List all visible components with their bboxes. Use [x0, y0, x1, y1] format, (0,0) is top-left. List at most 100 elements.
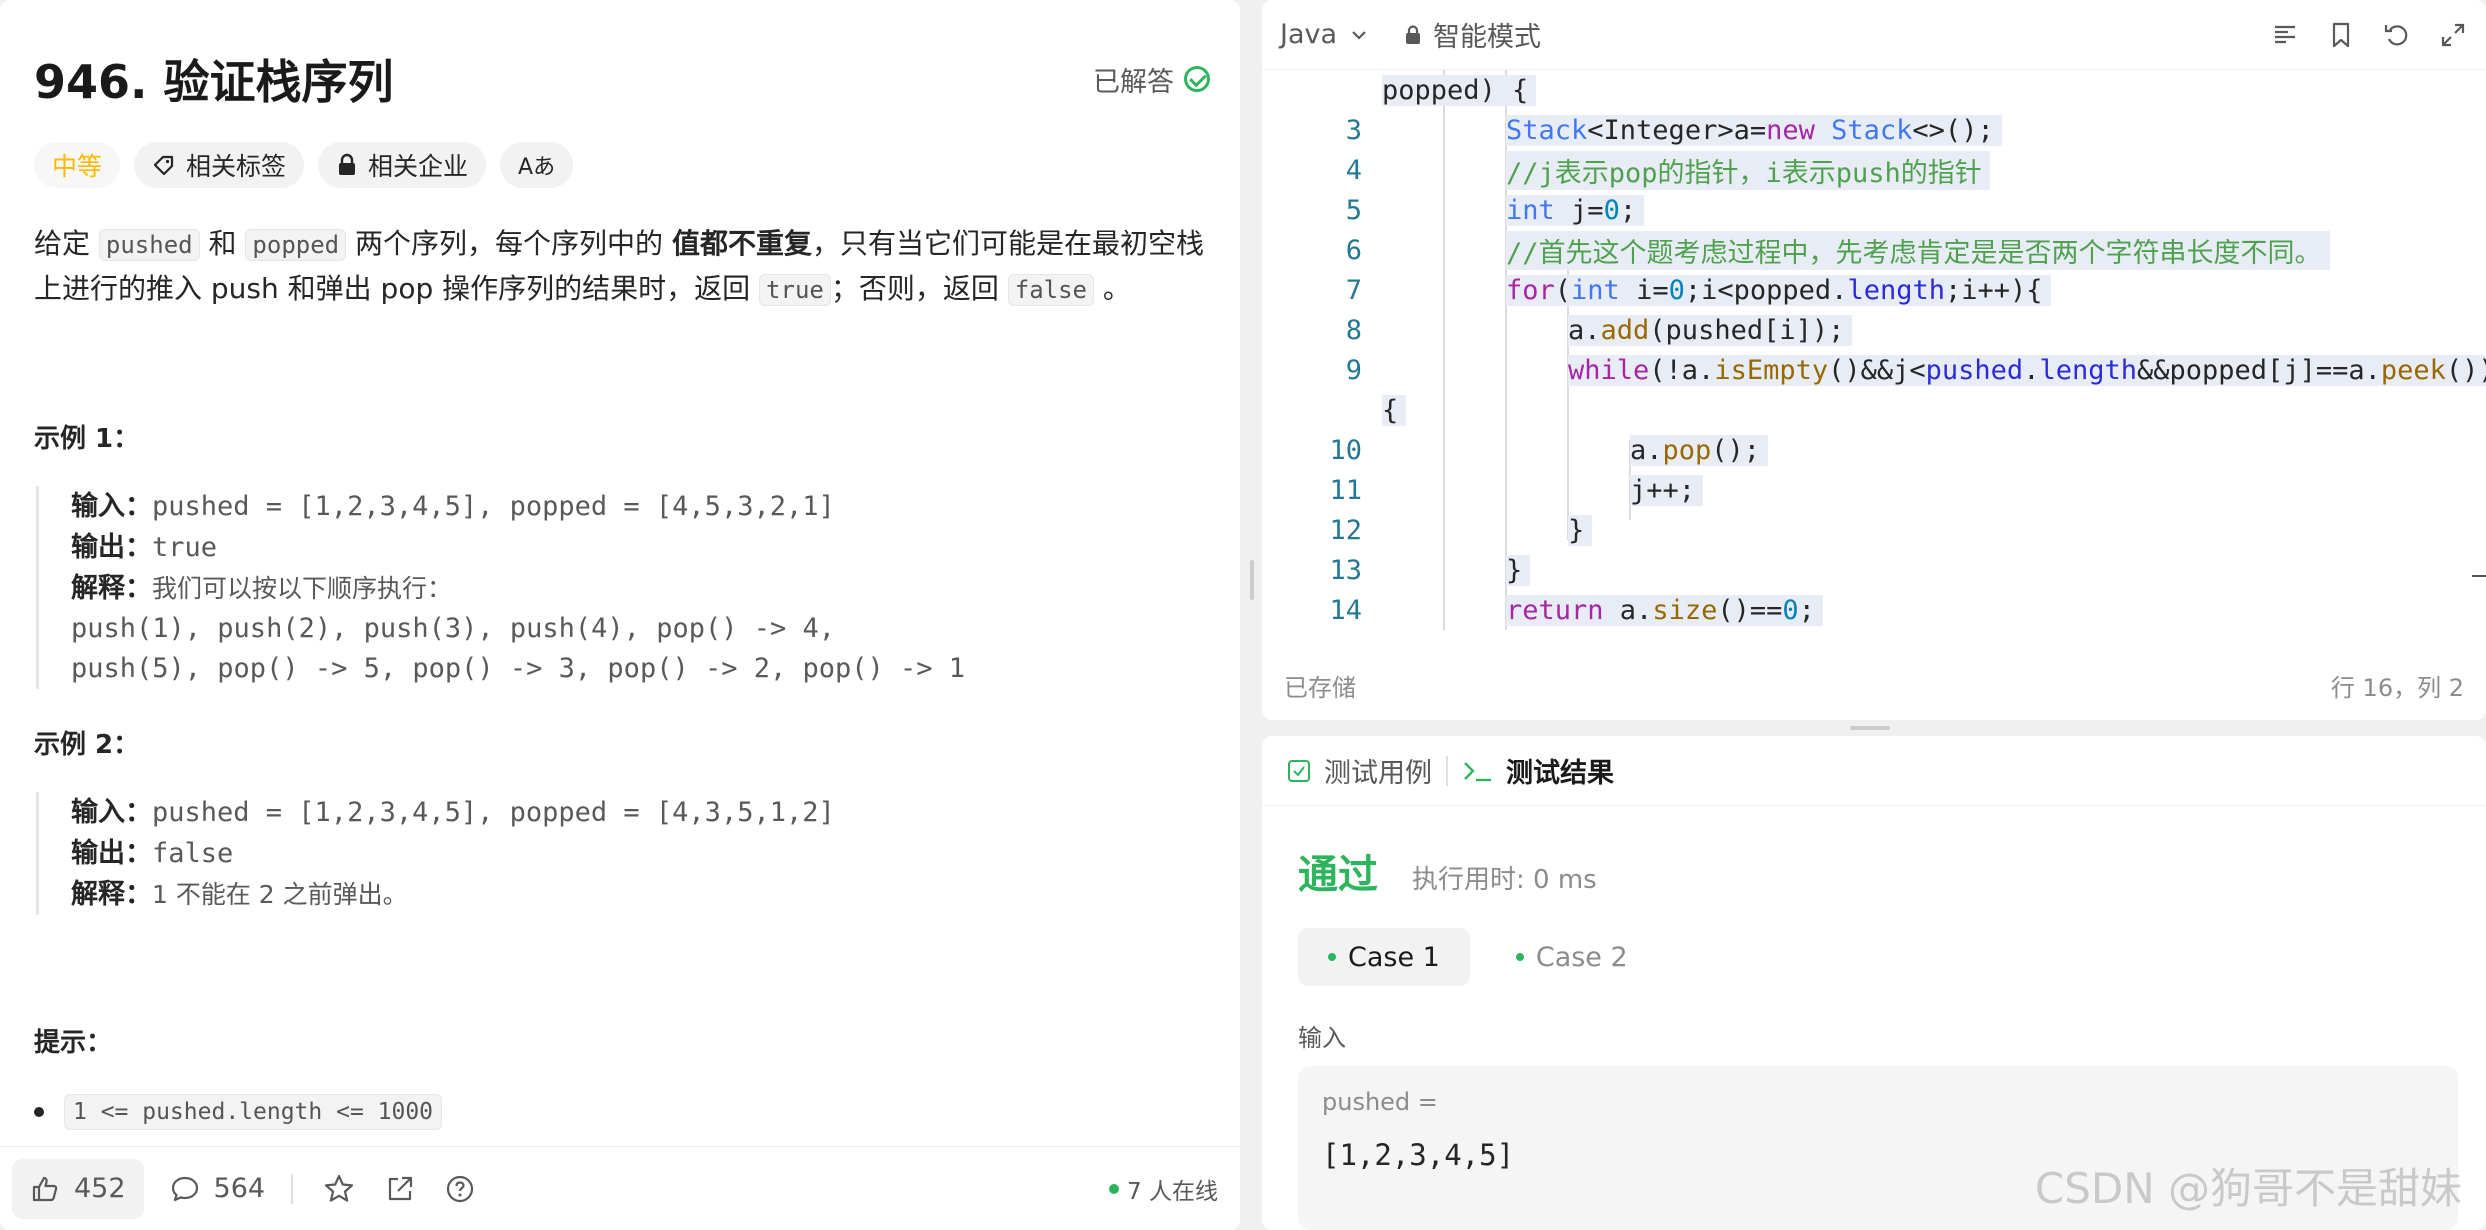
star-icon: [324, 1174, 354, 1202]
example1-line2: push(5), pop() -> 5, pop() -> 3, pop() -…: [71, 653, 966, 684]
line-number: 10: [1329, 434, 1362, 466]
example1-input: pushed = [1,2,3,4,5], popped = [4,5,3,2,…: [152, 491, 835, 522]
tab-result-label: 测试结果: [1506, 758, 1614, 789]
related-companies-button[interactable]: 相关企业: [318, 142, 487, 188]
comments-button[interactable]: 564: [170, 1173, 265, 1204]
horizontal-resize-handle[interactable]: [1850, 726, 1890, 730]
hint-item: 1 <= pushed.length <= 1000: [34, 1094, 443, 1130]
results-panel: 测试用例 测试结果 通过 执行用时: 0 ms Case 1 Case 2 输入: [1262, 736, 2486, 1230]
code-text: {: [1382, 394, 1407, 426]
related-tags-label: 相关标签: [186, 152, 287, 181]
example2-output: false: [152, 838, 234, 869]
comment-icon: [171, 1176, 198, 1201]
desc-text: 给定: [34, 227, 99, 260]
tab-result[interactable]: 测试结果: [1462, 751, 1614, 790]
hint-code: 1 <= pushed.length <= 1000: [64, 1094, 443, 1130]
online-indicator: 7 人在线: [1109, 1172, 1218, 1206]
share-button[interactable]: [385, 1174, 415, 1204]
solved-status: 已解答: [1093, 60, 1210, 99]
desc-text: 两个序列，每个序列中的: [346, 227, 672, 260]
output-label: 输出：: [71, 838, 152, 868]
problem-title[interactable]: 946. 验证栈序列: [34, 46, 394, 112]
desc-text: 和: [199, 227, 246, 260]
terminal-icon: [1464, 761, 1491, 781]
input-value: [1,2,3,4,5]: [1322, 1138, 1515, 1172]
lock-icon: [339, 153, 356, 175]
code-editor-panel: Java 智能模式 popped) {3 Stack<Integer>a=ne…: [1262, 0, 2486, 720]
scroll-marker: [2472, 575, 2486, 577]
saved-status: 已存储: [1284, 673, 1356, 702]
vertical-resize-handle[interactable]: [1250, 560, 1254, 600]
problem-panel: 946. 验证栈序列 已解答 中等 相关标签 相关企业 Aあ 给定 pushed…: [0, 0, 1240, 1230]
inline-code: true: [759, 274, 831, 306]
thumbs-up-icon: [32, 1176, 58, 1201]
pass-dot-icon: [1515, 953, 1524, 961]
inline-code: false: [1007, 274, 1094, 306]
line-number: 8: [1345, 314, 1362, 346]
desc-text: 。: [1094, 272, 1131, 305]
code-text: int j=0;: [1506, 194, 1645, 226]
like-button[interactable]: 452: [12, 1158, 144, 1219]
example1-title: 示例 1：: [34, 424, 140, 454]
line-number: 12: [1329, 514, 1362, 546]
related-companies-label: 相关企业: [368, 152, 469, 181]
pass-status: 通过: [1298, 852, 1378, 898]
related-tags-button[interactable]: 相关标签: [134, 142, 305, 188]
like-count: 452: [74, 1173, 126, 1204]
inline-code: pushed: [98, 229, 200, 261]
smart-mode-toggle[interactable]: 智能模式: [1403, 15, 1541, 54]
divider: [291, 1173, 294, 1204]
code-text: a.pop();: [1630, 434, 1769, 466]
tab-testcase[interactable]: 测试用例: [1286, 751, 1432, 790]
smart-mode-label: 智能模式: [1433, 22, 1542, 53]
line-number: 6: [1345, 234, 1362, 266]
language-select[interactable]: Java: [1280, 19, 1369, 50]
code-text: Stack<Integer>a=new Stack<>();: [1506, 114, 2002, 146]
result-summary: 通过 执行用时: 0 ms: [1298, 842, 1597, 900]
reset-icon[interactable]: [2382, 20, 2412, 50]
code-text: popped) {: [1382, 74, 1537, 106]
code-area[interactable]: popped) { 3 Stack<Integer>a=new Stack<>(…: [1262, 70, 2486, 630]
translate-button[interactable]: Aあ: [500, 142, 574, 188]
line-number: 14: [1329, 594, 1362, 626]
case-1-label: Case 1: [1348, 941, 1440, 973]
example1-output: true: [152, 532, 218, 563]
favorite-button[interactable]: [323, 1173, 355, 1205]
input-label: 输入：: [71, 491, 152, 521]
title-row: 946. 验证栈序列 已解答: [34, 44, 1210, 114]
input-label: 输入：: [71, 797, 152, 827]
code-comment: //j表示pop的指针，i表示push的指针: [1506, 150, 1990, 190]
format-icon[interactable]: [2270, 20, 2300, 50]
desc-bold: 值都不重复: [671, 227, 812, 260]
case-2-label: Case 2: [1535, 941, 1628, 973]
online-count: 7 人在线: [1127, 1178, 1218, 1205]
expand-icon[interactable]: [2438, 20, 2468, 50]
code-comment: //首先这个题考虑过程中，先考虑肯定是是否两个字符串长度不同。: [1506, 230, 2330, 270]
help-button[interactable]: [445, 1174, 475, 1204]
divider: [1446, 755, 1448, 786]
solved-label: 已解答: [1093, 66, 1174, 98]
explain-label: 解释：: [71, 573, 152, 603]
case-1-tab[interactable]: Case 1: [1298, 928, 1470, 986]
code-text: }: [1568, 514, 1593, 546]
tag-icon: [153, 155, 174, 176]
code-text: while(!a.isEmpty()&&j<pushed.length&&pop…: [1568, 354, 2486, 386]
line-number: 9: [1345, 354, 1362, 386]
bookmark-icon[interactable]: [2326, 20, 2356, 50]
results-tabs: 测试用例 测试结果: [1262, 736, 2486, 806]
language-label: Java: [1280, 19, 1338, 50]
case-2-tab[interactable]: Case 2: [1486, 928, 1658, 986]
code-text: for(int i=0;i<popped.length;i++){: [1506, 274, 2051, 306]
editor-tool-icons: [2270, 20, 2468, 50]
inline-code: popped: [245, 229, 347, 261]
chevron-down-icon: [1352, 30, 1366, 40]
problem-description: 给定 pushed 和 popped 两个序列，每个序列中的 值都不重复，只有当…: [34, 222, 1214, 312]
tag-row: 中等 相关标签 相关企业 Aあ: [34, 142, 574, 188]
line-number: 3: [1345, 114, 1362, 146]
checkbox-icon: [1288, 759, 1310, 782]
difficulty-badge: 中等: [34, 142, 121, 188]
example2-block: 输入：pushed = [1,2,3,4,5], popped = [4,3,5…: [36, 792, 835, 915]
app-root: 946. 验证栈序列 已解答 中等 相关标签 相关企业 Aあ 给定 pushed…: [0, 0, 2486, 1230]
problem-bottom-bar: 452 564 7 人在线: [0, 1146, 1240, 1230]
editor-toolbar: Java 智能模式: [1262, 0, 2486, 70]
